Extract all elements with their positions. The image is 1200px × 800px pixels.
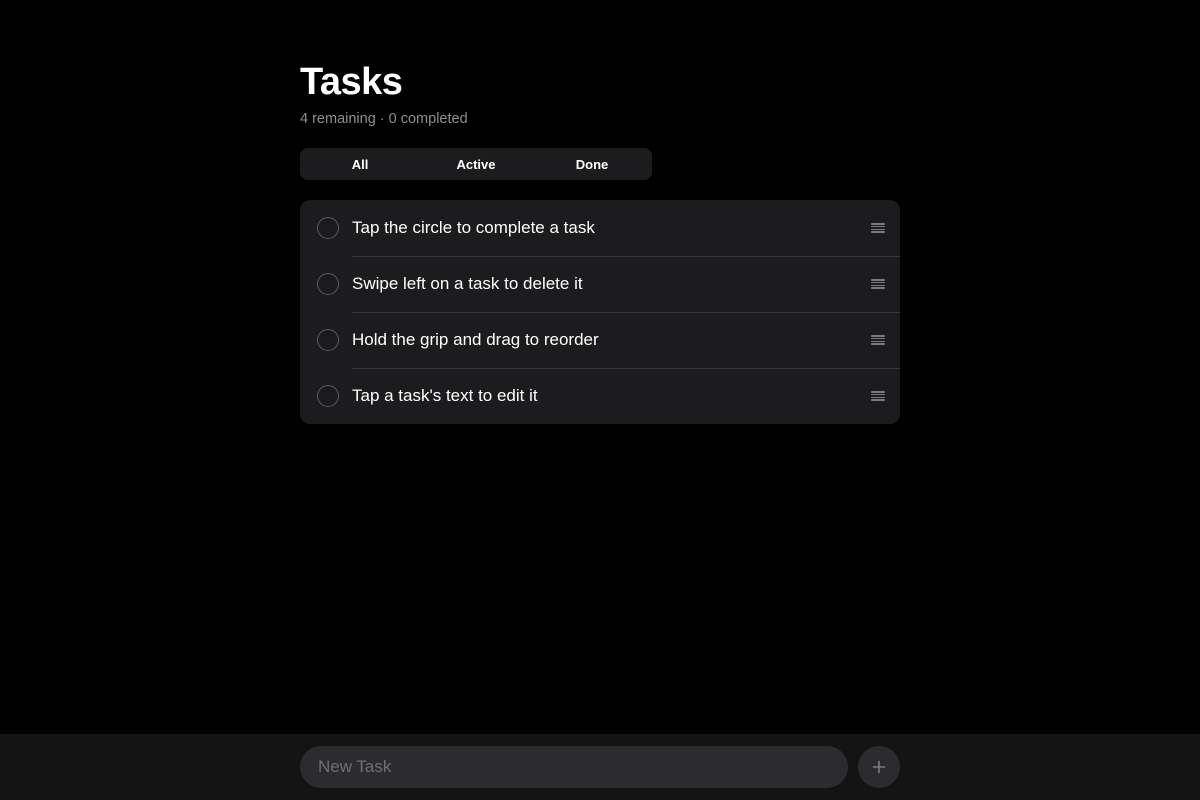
grip-icon[interactable] bbox=[871, 279, 885, 289]
task-text[interactable]: Swipe left on a task to delete it bbox=[352, 274, 871, 294]
task-row: Swipe left on a task to delete it bbox=[300, 256, 900, 312]
task-list: Tap the circle to complete a task Swipe … bbox=[300, 200, 900, 424]
task-text[interactable]: Tap a task's text to edit it bbox=[352, 386, 871, 406]
task-text[interactable]: Tap the circle to complete a task bbox=[352, 218, 871, 238]
task-row: Tap a task's text to edit it bbox=[300, 368, 900, 424]
filter-active-tab[interactable]: Active bbox=[418, 150, 534, 178]
complete-circle-icon[interactable] bbox=[317, 273, 339, 295]
composer-bar bbox=[0, 734, 1200, 800]
task-row: Hold the grip and drag to reorder bbox=[300, 312, 900, 368]
add-task-button[interactable] bbox=[858, 746, 900, 788]
task-count-summary: 4 remaining · 0 completed bbox=[300, 111, 468, 127]
complete-circle-icon[interactable] bbox=[317, 329, 339, 351]
task-text[interactable]: Hold the grip and drag to reorder bbox=[352, 330, 871, 350]
grip-icon[interactable] bbox=[871, 391, 885, 401]
grip-icon[interactable] bbox=[871, 335, 885, 345]
filter-all-tab[interactable]: All bbox=[302, 150, 418, 178]
main-content: Tasks 4 remaining · 0 completed All Acti… bbox=[300, 62, 900, 424]
tasks-app: Tasks 4 remaining · 0 completed All Acti… bbox=[0, 0, 1200, 800]
grip-icon[interactable] bbox=[871, 223, 885, 233]
page-title: Tasks bbox=[300, 61, 403, 103]
plus-icon bbox=[872, 760, 886, 774]
new-task-input[interactable] bbox=[300, 746, 848, 788]
task-row: Tap the circle to complete a task bbox=[300, 200, 900, 256]
filter-segmented-control: All Active Done bbox=[300, 148, 652, 180]
complete-circle-icon[interactable] bbox=[317, 385, 339, 407]
complete-circle-icon[interactable] bbox=[317, 217, 339, 239]
filter-done-tab[interactable]: Done bbox=[534, 150, 650, 178]
